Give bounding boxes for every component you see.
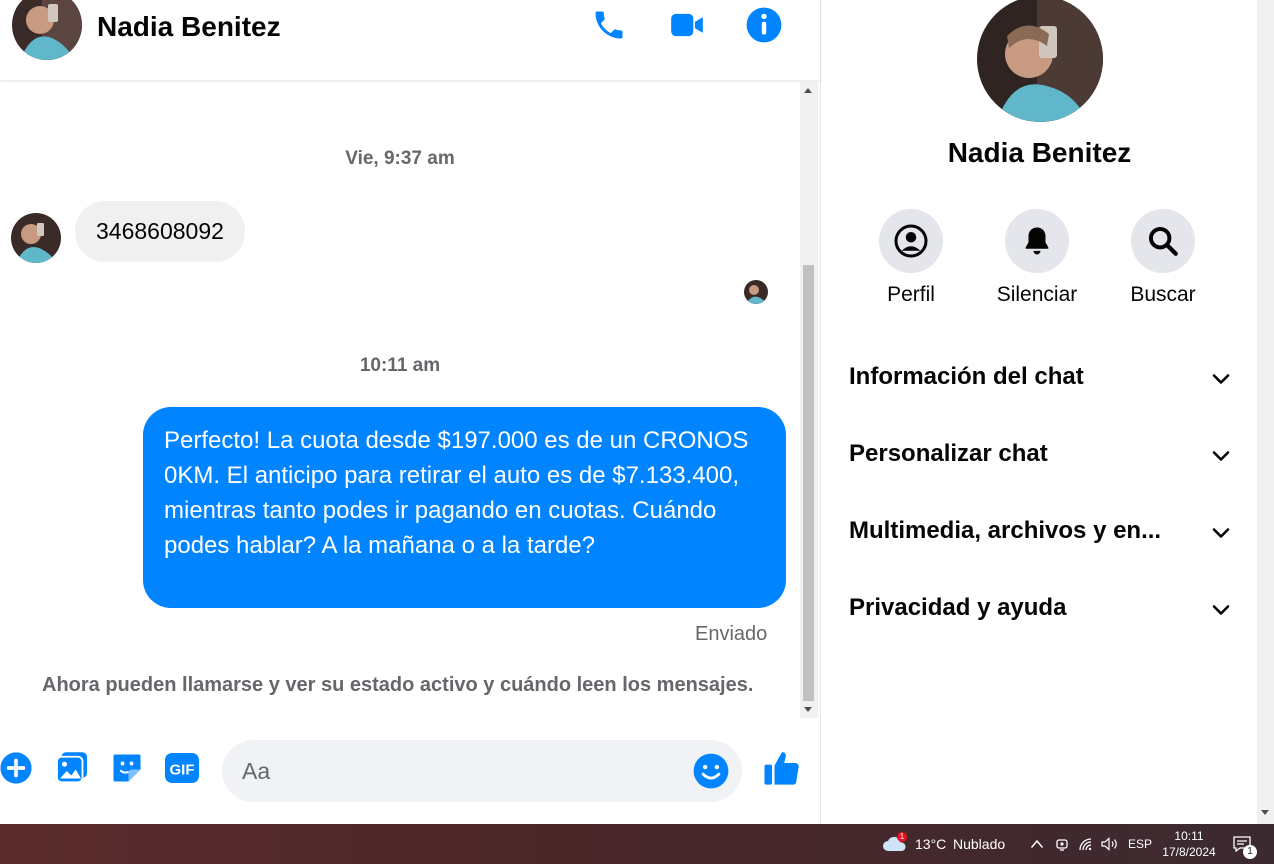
contact-avatar[interactable] bbox=[12, 0, 82, 60]
bell-icon bbox=[1025, 227, 1049, 255]
clock-date: 17/8/2024 bbox=[1162, 845, 1216, 859]
incoming-message[interactable]: 3468608092 bbox=[75, 201, 245, 262]
language-indicator[interactable]: ESP bbox=[1128, 824, 1152, 864]
conversation-details-pane: Nadia Benitez Perfil Silenciar Buscar In… bbox=[820, 0, 1257, 824]
gif-label: GIF bbox=[170, 762, 195, 779]
sticker-icon[interactable] bbox=[109, 750, 145, 786]
section-chat-info[interactable]: Información del chat bbox=[849, 359, 1231, 399]
scroll-up-arrow-icon[interactable] bbox=[804, 88, 812, 93]
chat-pane: Nadia Benitez Vie, 9:37 am 3468608092 10… bbox=[0, 0, 820, 824]
seen-indicator-avatar bbox=[744, 280, 768, 304]
meet-now-icon[interactable] bbox=[1052, 834, 1072, 854]
profile-label: Perfil bbox=[887, 283, 935, 306]
info-icon[interactable] bbox=[745, 6, 783, 44]
emoji-icon[interactable] bbox=[692, 752, 730, 790]
thumbs-up-icon[interactable] bbox=[762, 748, 802, 788]
contact-name[interactable]: Nadia Benitez bbox=[97, 11, 281, 43]
image-icon[interactable] bbox=[54, 750, 90, 786]
system-notice: Ahora pueden llamarse y ver su estado ac… bbox=[42, 674, 754, 696]
details-avatar[interactable] bbox=[977, 0, 1103, 122]
message-input[interactable] bbox=[242, 752, 682, 790]
scroll-down-arrow-icon[interactable] bbox=[1261, 810, 1269, 815]
timestamp: Vie, 9:37 am bbox=[345, 148, 455, 169]
message-status: Enviado bbox=[695, 623, 768, 645]
mute-label: Silenciar bbox=[996, 283, 1078, 306]
scroll-thumb[interactable] bbox=[803, 265, 814, 701]
volume-icon[interactable] bbox=[1100, 834, 1120, 854]
profile-icon bbox=[894, 224, 928, 258]
mute-action[interactable]: Silenciar bbox=[977, 209, 1097, 307]
sender-avatar[interactable] bbox=[11, 213, 61, 263]
notification-count-badge: 1 bbox=[1243, 845, 1257, 859]
message-thread: Vie, 9:37 am 3468608092 10:11 am Perfect… bbox=[0, 82, 800, 718]
section-privacy-help[interactable]: Privacidad y ayuda bbox=[849, 590, 1231, 630]
section-media-files[interactable]: Multimedia, archivos y en... bbox=[849, 513, 1231, 553]
wifi-icon[interactable] bbox=[1076, 834, 1096, 854]
outgoing-message[interactable]: Perfecto! La cuota desde $197.000 es de … bbox=[143, 407, 786, 608]
weather-description[interactable]: Nublado bbox=[953, 824, 1005, 864]
gif-icon[interactable]: GIF bbox=[164, 750, 200, 786]
timestamp: 10:11 am bbox=[359, 355, 441, 376]
search-action[interactable]: Buscar bbox=[1103, 209, 1223, 307]
message-composer: GIF bbox=[0, 730, 820, 814]
search-icon bbox=[1148, 226, 1178, 256]
chat-header: Nadia Benitez bbox=[0, 0, 820, 80]
chevron-down-icon bbox=[1212, 605, 1230, 615]
chevron-up-icon[interactable] bbox=[1027, 834, 1047, 854]
chat-scrollbar[interactable] bbox=[800, 82, 818, 718]
chevron-down-icon bbox=[1212, 528, 1230, 538]
clock-time: 10:11 bbox=[1174, 829, 1204, 843]
windows-taskbar: 1 13°C Nublado ESP 10:11 17/8/2024 1 bbox=[0, 824, 1274, 864]
weather-temperature[interactable]: 13°C bbox=[915, 824, 946, 864]
scroll-down-arrow-icon[interactable] bbox=[804, 707, 812, 712]
details-contact-name: Nadia Benitez bbox=[947, 137, 1132, 168]
clock[interactable]: 10:11 17/8/2024 bbox=[1158, 828, 1220, 860]
search-label: Buscar bbox=[1130, 283, 1196, 306]
video-camera-icon[interactable] bbox=[668, 6, 706, 44]
chevron-down-icon bbox=[1212, 451, 1230, 461]
phone-icon[interactable] bbox=[590, 6, 628, 44]
messenger-window: Nadia Benitez Vie, 9:37 am 3468608092 10… bbox=[0, 0, 1274, 824]
weather-alert-badge: 1 bbox=[897, 832, 907, 842]
page-scrollbar[interactable] bbox=[1257, 0, 1274, 824]
section-customize-chat[interactable]: Personalizar chat bbox=[849, 436, 1231, 476]
message-input-container[interactable] bbox=[222, 740, 742, 802]
plus-icon[interactable] bbox=[0, 750, 34, 786]
chevron-down-icon bbox=[1212, 374, 1230, 384]
profile-action[interactable]: Perfil bbox=[851, 209, 971, 307]
